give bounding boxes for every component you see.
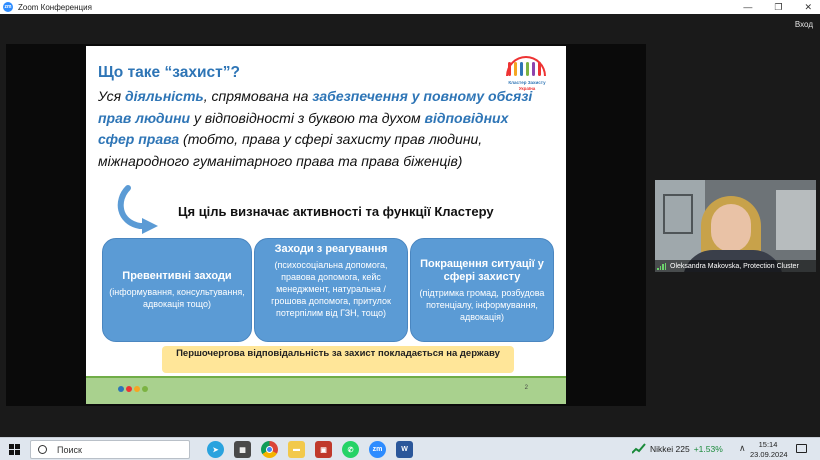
participant-name: Oleksandra Makovska, Protection Cluster [670, 262, 799, 270]
box-detail: (підтримка громад, розбудова потенціалу,… [419, 287, 545, 322]
window-title: Zoom Конференция [18, 2, 92, 12]
search-icon [38, 445, 47, 454]
slide-subheading: Ця ціль визначає активності та функції К… [178, 204, 494, 219]
close-button[interactable]: ✕ [804, 2, 812, 13]
box-detail: (інформування, консультування, адвокація… [109, 287, 245, 309]
body-text-part: у відповідності з буквою та духом [190, 109, 425, 126]
taskbar-apps: ➤ ▦ ▬ ▣ ✆ zm W [207, 441, 413, 458]
box-title: Заходи з реагування [274, 243, 388, 255]
maximize-button[interactable]: ❐ [774, 2, 782, 13]
curved-arrow-icon [117, 185, 158, 234]
participant-face [711, 204, 751, 252]
calculator-icon[interactable]: ▦ [234, 441, 251, 458]
video-background [776, 190, 816, 250]
windows-start-icon[interactable] [9, 444, 20, 455]
box-preventive-measures: Превентивні заходи (інформування, консул… [102, 238, 252, 342]
presentation-slide: Що таке “захист”? Кластер Захисту Україн… [86, 46, 566, 404]
minimize-button[interactable]: — [743, 2, 752, 12]
participant-video[interactable]: Oleksandra Makovska, Protection Cluster [655, 180, 816, 272]
whatsapp-icon[interactable]: ✆ [342, 441, 359, 458]
file-explorer-icon[interactable]: ▬ [288, 441, 305, 458]
logo-figures [508, 62, 541, 76]
body-text-part: Уся [98, 88, 126, 104]
search-placeholder: Поиск [57, 444, 82, 455]
slide-footer: 2 [86, 376, 566, 404]
tray-expand-icon[interactable]: ∧ [739, 443, 746, 454]
box-response-measures: Заходи з реагування (психосоціальна допо… [254, 238, 408, 342]
clock-time: 15:14 [758, 440, 778, 449]
footer-dots [118, 386, 148, 392]
slide-definition-text: Уся діяльність, спрямована на забезпечен… [98, 86, 538, 172]
photos-icon[interactable]: ▣ [315, 441, 332, 458]
state-responsibility-banner: Першочергова відповідальність за захист … [162, 346, 514, 373]
video-background-shelf [663, 194, 693, 234]
telegram-icon[interactable]: ➤ [207, 441, 224, 458]
notification-icon[interactable] [796, 444, 807, 453]
windows-taskbar: Поиск ➤ ▦ ▬ ▣ ✆ zm W Nikkei 225 +1.53% ∧… [0, 437, 820, 460]
chrome-icon[interactable] [261, 441, 278, 458]
ticker-change: +1.53% [693, 443, 723, 454]
taskbar-clock[interactable]: 15:14 23.09.2024 [750, 440, 788, 460]
stock-chart-icon [632, 443, 646, 454]
box-title: Превентивні заходи [122, 270, 232, 282]
zoom-app-icon: zm [3, 2, 13, 12]
ticker-name: Nikkei 225 [650, 443, 690, 454]
clock-date: 23.09.2024 [750, 450, 788, 459]
box-detail: (психосоціальна допомога, правова допомо… [271, 260, 391, 318]
body-text-part: , спрямована на [203, 88, 313, 104]
word-icon[interactable]: W [396, 441, 413, 458]
slide-page-number: 2 [524, 385, 528, 391]
footer-line [86, 376, 566, 378]
box-improving-situation: Покращення ситуації у сфері захисту (під… [410, 238, 554, 342]
zoom-icon[interactable]: zm [369, 441, 386, 458]
body-highlight: діяльність [125, 88, 204, 104]
stock-ticker-widget[interactable]: Nikkei 225 +1.53% [632, 443, 723, 454]
logo-text-cluster: Кластер Захисту [508, 80, 546, 85]
participant-name-bar: Oleksandra Makovska, Protection Cluster [655, 260, 816, 272]
taskbar-search[interactable]: Поиск [30, 440, 190, 459]
signal-strength-icon [657, 262, 666, 270]
window-controls: — ❐ ✕ [743, 0, 812, 14]
window-titlebar: zm Zoom Конференция — ❐ ✕ [0, 0, 820, 14]
meeting-top-strip [0, 14, 820, 40]
slide-heading: Що таке “захист”? [98, 64, 240, 81]
exit-button[interactable]: Вход [792, 19, 816, 30]
box-title: Покращення ситуації у сфері захисту [420, 257, 544, 283]
